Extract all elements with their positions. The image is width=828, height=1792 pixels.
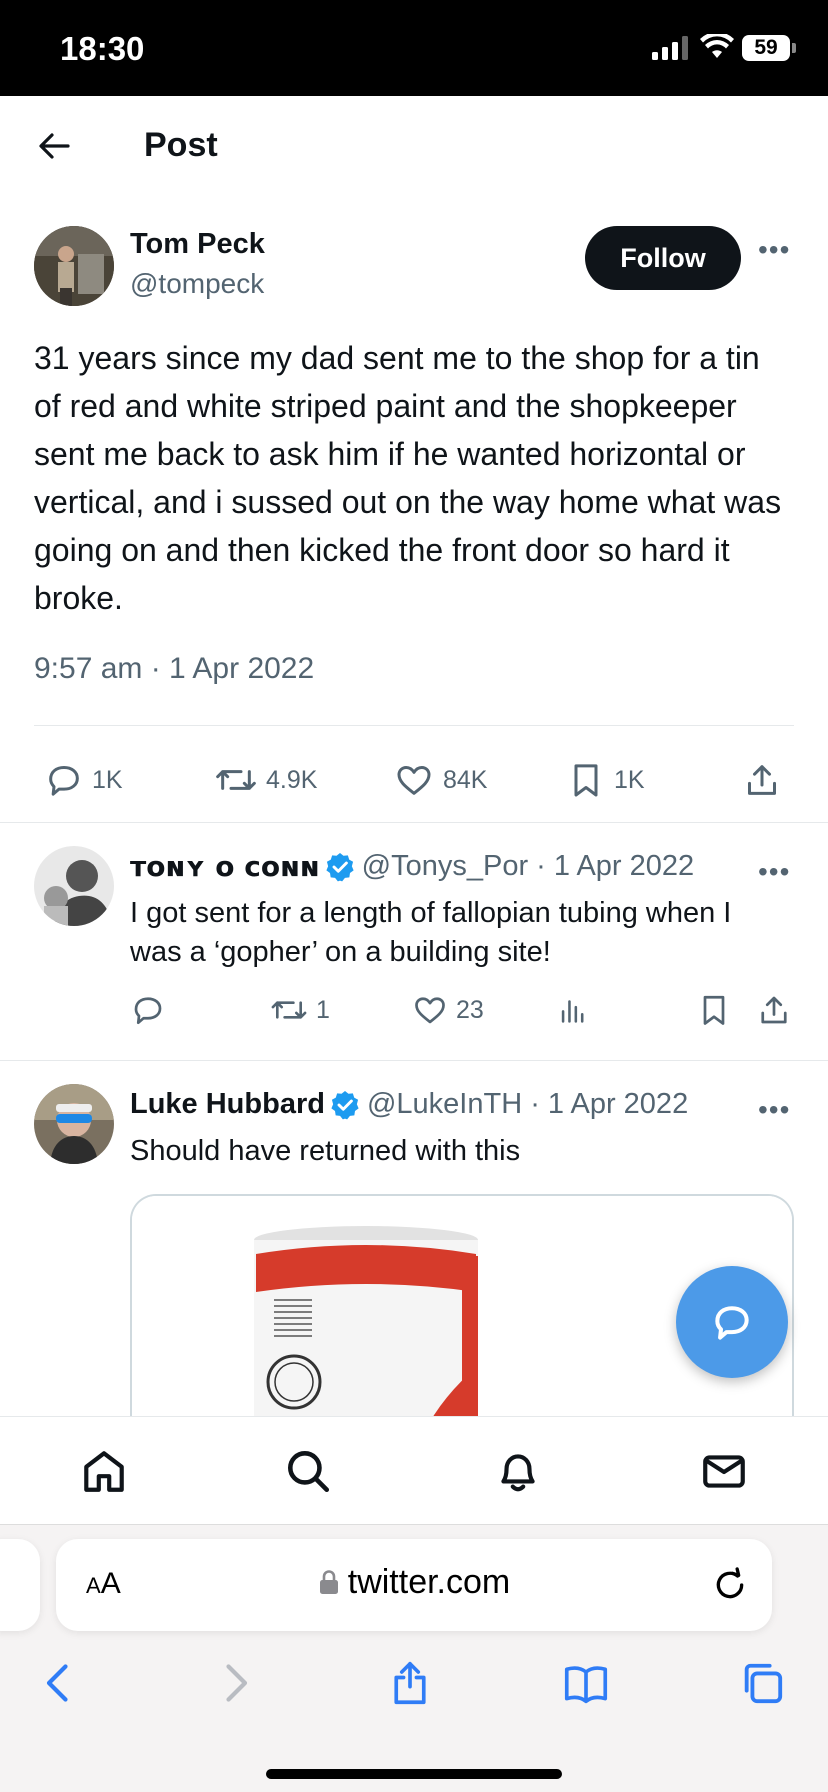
repost-icon [271, 1001, 307, 1019]
share-button[interactable] [756, 992, 800, 1028]
back-arrow-icon[interactable] [34, 126, 74, 166]
lock-icon [319, 1570, 338, 1594]
repost-count: 1 [316, 995, 330, 1024]
divider [0, 1060, 828, 1061]
search-icon [288, 1451, 330, 1493]
more-options-icon[interactable]: ••• [758, 856, 790, 888]
tab-notifications[interactable] [486, 1439, 550, 1503]
reply-text: I got sent for a length of fallopian tub… [130, 897, 732, 968]
page-title: Post [144, 126, 218, 164]
more-options-icon[interactable]: ••• [758, 234, 790, 266]
repost-icon [216, 770, 256, 790]
tweet-timestamp[interactable]: 9:57 am · 1 Apr 2022 [34, 652, 314, 686]
mail-icon [703, 1455, 745, 1488]
share-button[interactable] [742, 760, 790, 800]
author-name[interactable]: Tom Peck [130, 228, 265, 261]
more-options-icon[interactable]: ••• [758, 1094, 790, 1126]
tab-home[interactable] [72, 1439, 136, 1503]
previous-tab-pill[interactable] [0, 1539, 40, 1631]
post-header: Post [0, 96, 828, 200]
compose-reply-button[interactable] [676, 1266, 788, 1378]
bookmark-button[interactable]: 1K [566, 760, 645, 800]
tabs-button[interactable] [736, 1657, 788, 1709]
verified-badge-icon [331, 1090, 359, 1119]
status-bar: 18:30 59 [0, 0, 828, 96]
status-time: 18:30 [60, 30, 145, 67]
author-name[interactable]: Luke Hubbard [130, 1088, 325, 1121]
divider [0, 822, 828, 823]
like-button[interactable]: 84K [393, 760, 487, 800]
url-text: twitter.com [347, 1563, 511, 1601]
reply-text: Should have returned with this [130, 1135, 521, 1167]
chevron-right-icon [226, 1664, 248, 1702]
like-count: 84K [443, 765, 488, 794]
browser-forward-button[interactable] [210, 1657, 262, 1709]
views-button[interactable] [556, 992, 598, 1028]
reply-icon [134, 997, 162, 1025]
url-display[interactable]: twitter.com [56, 1563, 772, 1602]
bookmark-button[interactable] [696, 992, 740, 1028]
wifi-icon [700, 34, 734, 58]
bottom-tab-bar [0, 1416, 828, 1524]
share-icon [748, 765, 776, 795]
cellular-signal-icon [652, 36, 688, 60]
avatar[interactable] [34, 1084, 114, 1164]
bookmark-count: 1K [614, 765, 645, 794]
tweet-text: 31 years since my dad sent me to the sho… [34, 340, 782, 616]
browser-toolbar: AA twitter.com [0, 1524, 828, 1792]
reply-count: 1K [92, 765, 123, 794]
tab-messages[interactable] [692, 1439, 756, 1503]
browser-back-button[interactable] [32, 1657, 84, 1709]
reply-header: ᴛᴏɴʏ ᴏ ᴄᴏɴɴ @Tonys_Por · 1 Apr 2022 [130, 850, 694, 883]
reload-icon[interactable] [710, 1565, 750, 1605]
like-count: 23 [456, 995, 484, 1024]
battery-indicator: 59 [742, 35, 790, 61]
tab-search[interactable] [276, 1439, 340, 1503]
repost-count: 4.9K [266, 765, 318, 794]
bell-icon [501, 1454, 535, 1492]
author-name[interactable]: ᴛᴏɴʏ ᴏ ᴄᴏɴɴ [130, 850, 320, 883]
avatar[interactable] [34, 226, 114, 306]
book-icon [564, 1666, 608, 1704]
home-indicator [266, 1769, 562, 1779]
reply-icon [715, 1306, 749, 1340]
handle-and-date: @Tonys_Por · 1 Apr 2022 [361, 850, 695, 882]
share-icon [394, 1661, 426, 1705]
author-handle[interactable]: @tompeck [130, 268, 264, 300]
chevron-left-icon [46, 1664, 68, 1702]
address-bar[interactable]: AA twitter.com [56, 1539, 772, 1631]
divider [34, 725, 794, 726]
like-button[interactable]: 23 [412, 992, 484, 1028]
heart-icon [415, 997, 445, 1024]
heart-icon [397, 766, 431, 795]
bookmark-icon [703, 995, 725, 1025]
reply-icon [49, 766, 79, 796]
reply-button[interactable] [130, 992, 174, 1028]
battery-cap [792, 43, 796, 53]
verified-badge-icon [326, 852, 354, 881]
avatar[interactable] [34, 846, 114, 926]
reply-header: Luke Hubbard @LukeInTH · 1 Apr 2022 [130, 1088, 688, 1121]
views-chart-icon [561, 1000, 584, 1023]
reply-button[interactable]: 1K [44, 760, 123, 800]
repost-button[interactable]: 1 [270, 992, 330, 1028]
handle-and-date: @LukeInTH · 1 Apr 2022 [366, 1088, 689, 1120]
bookmark-icon [574, 764, 598, 797]
bookmarks-button[interactable] [560, 1657, 612, 1709]
home-icon [84, 1451, 124, 1492]
repost-button[interactable]: 4.9K [214, 760, 317, 800]
share-icon [761, 996, 787, 1024]
follow-button[interactable]: Follow [585, 226, 741, 290]
tabs-icon [744, 1663, 783, 1704]
browser-share-button[interactable] [384, 1657, 436, 1709]
